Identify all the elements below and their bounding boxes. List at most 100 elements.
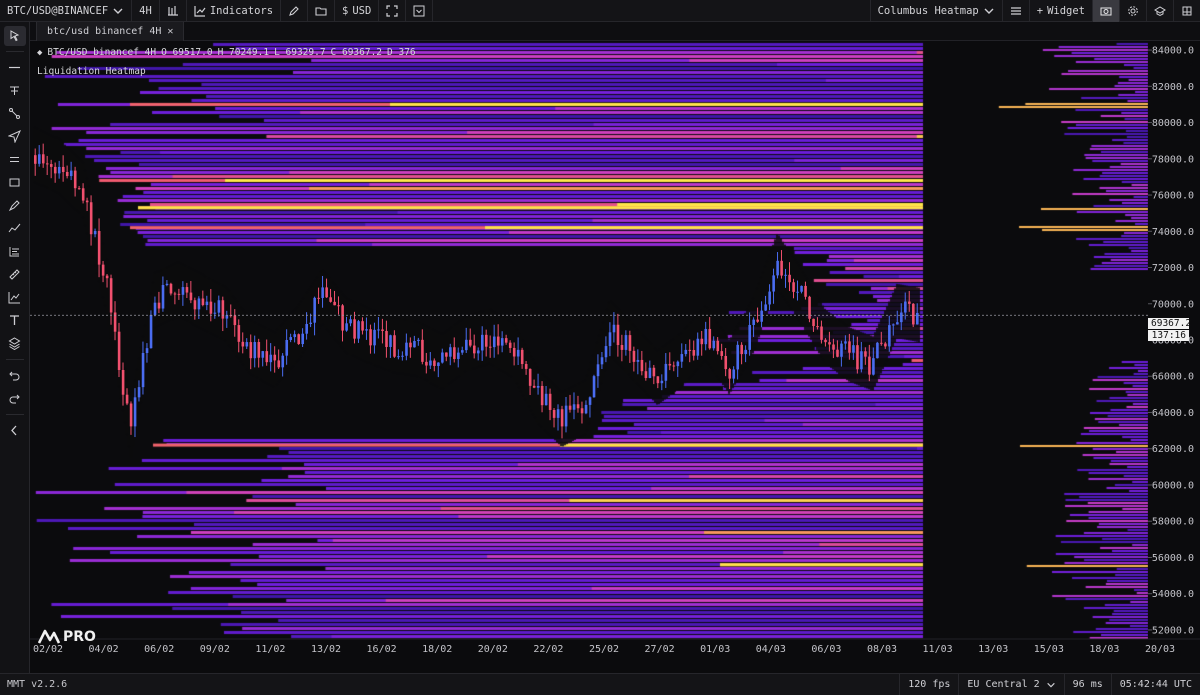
menu-dropdown-button[interactable] <box>406 0 434 22</box>
candle-body <box>772 275 775 292</box>
layers-tool[interactable] <box>4 334 26 354</box>
candle-body <box>864 351 867 357</box>
undo-button[interactable] <box>4 366 26 386</box>
candle-body <box>253 342 257 359</box>
candle-body <box>34 155 37 164</box>
draw-button[interactable] <box>281 0 309 22</box>
chevron-down-icon <box>984 8 994 14</box>
horizontal-line-tool[interactable] <box>4 58 26 78</box>
time-tick-label: 15/03 <box>1034 644 1064 655</box>
candle-body <box>780 260 783 276</box>
candle-body <box>584 404 588 414</box>
legend-close: C 69367.2 <box>330 47 383 58</box>
candle-body <box>660 380 664 384</box>
candle-body <box>445 352 448 357</box>
candle-body <box>552 409 556 418</box>
candle-body <box>133 397 137 427</box>
candle-body <box>828 342 831 345</box>
measure-tool[interactable] <box>4 265 26 285</box>
candle-body <box>484 334 488 347</box>
brush-tool[interactable] <box>4 196 26 216</box>
time-tick-label: 18/03 <box>1089 644 1119 655</box>
candle-body <box>488 346 492 348</box>
time-tick-label: 18/02 <box>422 644 452 655</box>
candle-body <box>860 351 863 370</box>
candle-body <box>197 298 201 310</box>
candle-body <box>752 319 755 325</box>
candle-body <box>692 350 696 356</box>
candle-body <box>169 283 173 294</box>
chart-type-button[interactable] <box>160 0 187 22</box>
forecast-tool[interactable] <box>4 288 26 308</box>
study-label: Liquidation Heatmap <box>37 66 146 77</box>
candle-body <box>508 342 512 348</box>
candle-body <box>137 387 141 398</box>
version-label: MMT v2.2.6 <box>7 679 68 690</box>
candle-body <box>668 363 672 366</box>
candle-body <box>592 376 596 398</box>
fib-tool[interactable] <box>4 242 26 262</box>
fork-icon <box>10 86 19 95</box>
candle-body <box>401 355 404 357</box>
interval-selector[interactable]: 4H <box>132 0 160 22</box>
legend-low: L 69329.7 <box>274 47 326 58</box>
collapse-toolbar-button[interactable] <box>4 421 26 441</box>
candle-body <box>892 324 895 326</box>
redo-button[interactable] <box>4 389 26 409</box>
rectangle-tool[interactable] <box>4 173 26 193</box>
candle-body <box>672 365 676 367</box>
list-button[interactable] <box>1001 0 1029 22</box>
fork-tool[interactable] <box>4 81 26 101</box>
candle-body <box>365 329 368 331</box>
time-tick-label: 08/03 <box>867 644 897 655</box>
symbol-selector[interactable]: BTC/USD@BINANCEF <box>0 0 133 22</box>
account-button[interactable] <box>1173 0 1200 22</box>
close-icon[interactable]: ✕ <box>167 26 173 37</box>
settings-button[interactable] <box>1119 0 1146 22</box>
tab-btcusd-4h[interactable]: btc/usd binancef 4H ✕ <box>36 22 185 41</box>
candle-body <box>437 362 440 366</box>
candle-body <box>57 166 61 174</box>
region-selector[interactable]: EU Central 2 <box>958 673 1063 695</box>
diamond-icon: ◆ <box>37 47 43 58</box>
fullscreen-button[interactable] <box>379 0 407 22</box>
candle-body <box>257 342 261 358</box>
candle-body <box>544 393 548 406</box>
trend-line-tool[interactable] <box>4 104 26 124</box>
academy-button[interactable] <box>1146 0 1173 22</box>
ray-tool[interactable] <box>4 127 26 147</box>
cursor-tool[interactable] <box>3 25 26 46</box>
path-tool[interactable] <box>4 219 26 239</box>
currency-selector[interactable]: $ USD <box>335 0 380 22</box>
toolbar-divider <box>5 414 24 415</box>
candle-body <box>261 351 265 358</box>
candle-body <box>572 404 576 410</box>
add-widget-button[interactable]: + Widget <box>1028 0 1092 22</box>
chart-panel[interactable]: 84000.0 82000.0 80000.0 78000.0 76000.0 74000… <box>30 41 1200 655</box>
price-tick-label: 62000.0 <box>1152 444 1194 455</box>
price-tick-label: 58000.0 <box>1152 517 1194 528</box>
time-tick-label: 20/02 <box>478 644 508 655</box>
candle-body <box>185 287 189 293</box>
candle-body <box>53 166 57 174</box>
candle-body <box>353 319 356 339</box>
candle-body <box>820 326 823 340</box>
candle-body <box>333 301 336 306</box>
screenshot-button[interactable] <box>1092 0 1119 22</box>
indicators-button[interactable]: Indicators <box>187 0 282 22</box>
legend-open: O 69517.0 <box>161 47 213 58</box>
parallel-lines-tool[interactable] <box>4 150 26 170</box>
candle-body <box>608 332 612 347</box>
time-tick-label: 04/02 <box>89 644 119 655</box>
candle-body <box>453 347 456 359</box>
candle-body <box>369 329 372 346</box>
candle-body <box>413 340 416 348</box>
candle-body <box>812 318 815 327</box>
candle-body <box>429 360 432 366</box>
candle-body <box>273 354 277 361</box>
text-tool[interactable] <box>4 311 26 331</box>
candle-body <box>97 231 101 265</box>
heatmap-selector[interactable]: Columbus Heatmap <box>869 0 1002 22</box>
layouts-button[interactable] <box>308 0 336 22</box>
candle-body <box>684 349 688 355</box>
